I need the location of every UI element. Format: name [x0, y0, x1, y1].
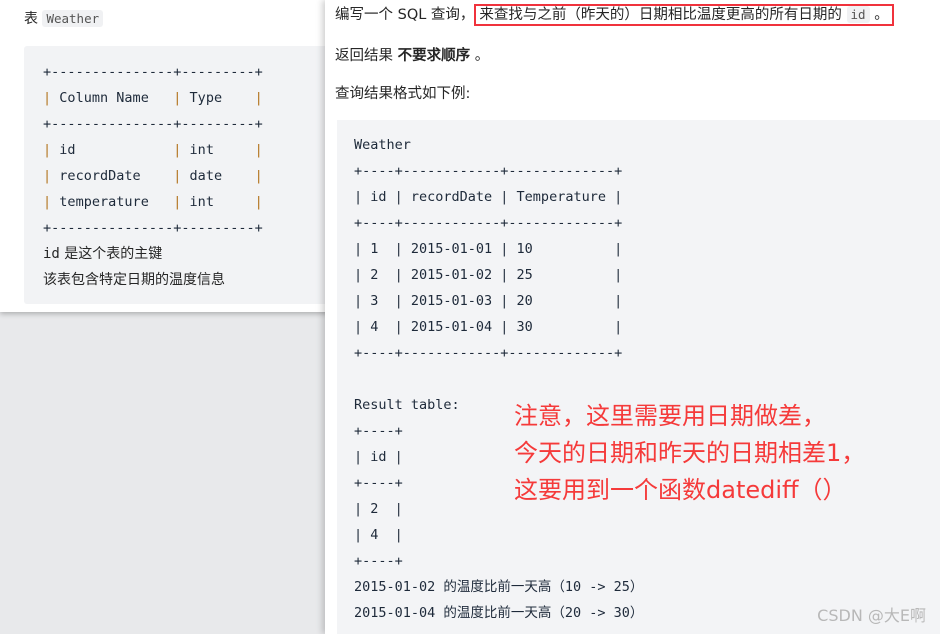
table-description: 该表包含特定日期的温度信息	[43, 272, 225, 288]
order-text: 返回结果 不要求顺序 。	[335, 48, 490, 64]
example-line: 2015-01-04 的温度比前一天高（20 -> 30）	[354, 605, 644, 621]
highlight-box: 来查找与之前（昨天的）日期相比温度更高的所有日期的 id 。	[474, 4, 894, 26]
example-code-block: Weather +----+------------+-------------+…	[337, 120, 940, 634]
left-panel: 表 Weather +---------------+---------+ | …	[0, 0, 354, 312]
schema-line: | temperature | int |	[43, 194, 263, 210]
schema-line: | id | int |	[43, 142, 263, 158]
schema-line: +---------------+---------+	[43, 220, 263, 236]
example-line: | 4 |	[354, 527, 403, 543]
annotation-text: 注意，这里需要用日期做差， 今天的日期和昨天的日期相差1， 这要用到一个函数da…	[514, 402, 866, 504]
schema-line: +---------------+---------+	[43, 64, 263, 80]
example-line: 2015-01-02 的温度比前一天高（10 -> 25）	[354, 579, 644, 595]
example-line: | 3 | 2015-01-03 | 20 |	[354, 293, 623, 309]
table-title: 表 Weather	[24, 8, 104, 28]
example-line: | 4 | 2015-01-04 | 30 |	[354, 319, 623, 335]
right-panel: 编写一个 SQL 查询， 来查找与之前（昨天的）日期相比温度更高的所有日期的 id…	[325, 0, 940, 634]
schema-code-block: +---------------+---------+ | Column Nam…	[24, 46, 354, 304]
schema-line: | Column Name | Type |	[43, 90, 263, 106]
example-line	[354, 366, 643, 392]
example-line: +----+------------+-------------+	[354, 215, 623, 231]
example-line: +----+------------+-------------+	[354, 345, 623, 361]
example-line: | 2 | 2015-01-02 | 25 |	[354, 267, 623, 283]
example-line: | 1 | 2015-01-01 | 10 |	[354, 241, 623, 257]
example-line: Weather	[354, 137, 411, 153]
schema-line: | recordDate | date |	[43, 168, 263, 184]
schema-line: +---------------+---------+	[43, 116, 263, 132]
watermark: CSDN @大E啊	[817, 606, 926, 625]
example-line: | id | recordDate | Temperature |	[354, 189, 623, 205]
example-line: +----+------------+-------------+	[354, 163, 623, 179]
table-name-code: Weather	[42, 10, 104, 27]
question-text: 编写一个 SQL 查询， 来查找与之前（昨天的）日期相比温度更高的所有日期的 id…	[335, 3, 894, 26]
primary-key-note: id 是这个表的主键	[43, 246, 163, 262]
example-line: +----+	[354, 553, 403, 569]
format-label: 查询结果格式如下例:	[335, 86, 471, 102]
